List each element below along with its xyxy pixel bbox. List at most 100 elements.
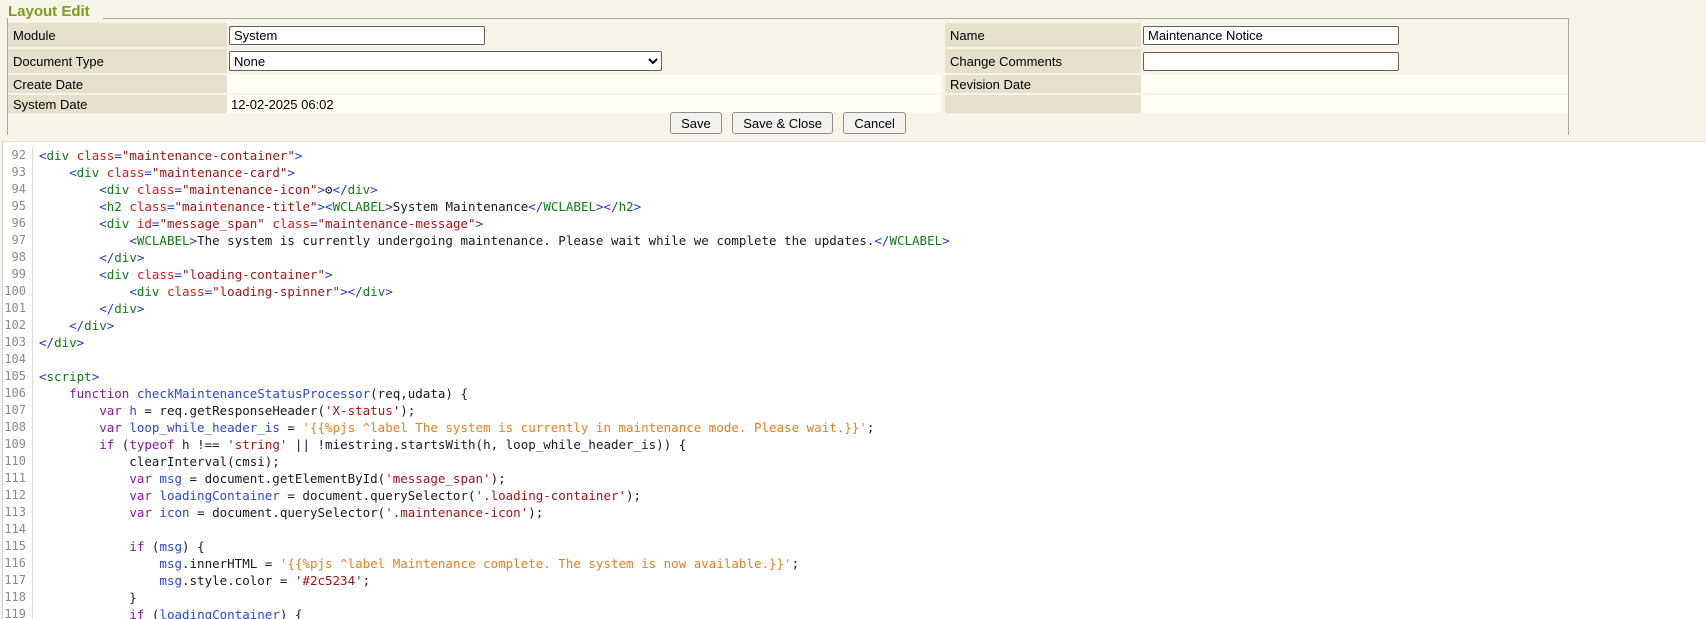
line-number: 104: [3, 351, 33, 368]
code-line[interactable]: 107 var h = req.getResponseHeader('X-sta…: [3, 402, 1706, 419]
code-text[interactable]: <div class="maintenance-container">: [33, 147, 302, 164]
save-and-close-button[interactable]: Save & Close: [732, 112, 833, 134]
code-line[interactable]: 110 clearInterval(cmsi);: [3, 453, 1706, 470]
create-date-value: [227, 75, 941, 93]
module-value-cell: [227, 23, 941, 47]
name-input[interactable]: [1143, 26, 1399, 45]
code-text[interactable]: clearInterval(cmsi);: [33, 453, 280, 470]
line-number: 103: [3, 334, 33, 351]
line-number: 119: [3, 606, 33, 619]
save-button[interactable]: Save: [670, 112, 722, 134]
code-line[interactable]: 106 function checkMaintenanceStatusProce…: [3, 385, 1706, 402]
code-line[interactable]: 116 msg.innerHTML = '{{%pjs ^label Maint…: [3, 555, 1706, 572]
code-line[interactable]: 92<div class="maintenance-container">: [3, 147, 1706, 164]
code-line[interactable]: 97 <WCLABEL>The system is currently unde…: [3, 232, 1706, 249]
code-line[interactable]: 93 <div class="maintenance-card">: [3, 164, 1706, 181]
line-number: 108: [3, 419, 33, 436]
module-input[interactable]: [229, 26, 485, 45]
line-number: 109: [3, 436, 33, 453]
create-date-label: Create Date: [8, 75, 227, 93]
line-number: 99: [3, 266, 33, 283]
code-line[interactable]: 103</div>: [3, 334, 1706, 351]
code-line[interactable]: 111 var msg = document.getElementById('m…: [3, 470, 1706, 487]
line-number: 102: [3, 317, 33, 334]
code-text[interactable]: if (msg) {: [33, 538, 205, 555]
line-number: 101: [3, 300, 33, 317]
code-line[interactable]: 94 <div class="maintenance-icon">⚙</div>: [3, 181, 1706, 198]
code-text[interactable]: [33, 521, 39, 538]
code-line[interactable]: 96 <div id="message_span" class="mainten…: [3, 215, 1706, 232]
code-line[interactable]: 108 var loop_while_header_is = '{{%pjs ^…: [3, 419, 1706, 436]
code-line[interactable]: 98 </div>: [3, 249, 1706, 266]
code-line[interactable]: 100 <div class="loading-spinner"></div>: [3, 283, 1706, 300]
cancel-button[interactable]: Cancel: [843, 112, 905, 134]
page-title: Layout Edit: [8, 3, 90, 20]
document-type-select[interactable]: None: [229, 51, 662, 71]
change-comments-label: Change Comments: [945, 49, 1141, 73]
code-text[interactable]: <div id="message_span" class="maintenanc…: [33, 215, 483, 232]
line-number: 112: [3, 487, 33, 504]
line-number: 115: [3, 538, 33, 555]
code-text[interactable]: var icon = document.querySelector('.main…: [33, 504, 543, 521]
line-number: 96: [3, 215, 33, 232]
form-row-create-revision: Create Date Revision Date: [8, 75, 1568, 93]
empty-value-cell: [1141, 95, 1568, 113]
code-text[interactable]: var msg = document.getElementById('messa…: [33, 470, 506, 487]
code-text[interactable]: <div class="loading-spinner"></div>: [33, 283, 393, 300]
document-type-value-cell: None: [227, 49, 941, 73]
code-text[interactable]: msg.style.color = '#2c5234';: [33, 572, 370, 589]
code-line[interactable]: 99 <div class="loading-container">: [3, 266, 1706, 283]
code-line[interactable]: 119 if (loadingContainer) {: [3, 606, 1706, 619]
code-text[interactable]: <h2 class="maintenance-title"><WCLABEL>S…: [33, 198, 641, 215]
line-number: 107: [3, 402, 33, 419]
code-text[interactable]: </div>: [33, 300, 144, 317]
code-line[interactable]: 115 if (msg) {: [3, 538, 1706, 555]
code-line[interactable]: 114: [3, 521, 1706, 538]
code-text[interactable]: function checkMaintenanceStatusProcessor…: [33, 385, 468, 402]
code-editor[interactable]: 92<div class="maintenance-container">93 …: [2, 141, 1706, 619]
line-number: 106: [3, 385, 33, 402]
code-line[interactable]: 113 var icon = document.querySelector('.…: [3, 504, 1706, 521]
line-number: 105: [3, 368, 33, 385]
code-text[interactable]: <div class="loading-container">: [33, 266, 333, 283]
line-number: 114: [3, 521, 33, 538]
code-line[interactable]: 95 <h2 class="maintenance-title"><WCLABE…: [3, 198, 1706, 215]
module-label: Module: [8, 23, 227, 47]
code-line[interactable]: 109 if (typeof h !== 'string' || !miestr…: [3, 436, 1706, 453]
line-number: 118: [3, 589, 33, 606]
fieldset-border-right: [1568, 18, 1569, 135]
line-number: 97: [3, 232, 33, 249]
code-text[interactable]: var loop_while_header_is = '{{%pjs ^labe…: [33, 419, 874, 436]
code-line[interactable]: 104: [3, 351, 1706, 368]
code-text[interactable]: <script>: [33, 368, 99, 385]
code-text[interactable]: </div>: [33, 249, 144, 266]
code-line[interactable]: 117 msg.style.color = '#2c5234';: [3, 572, 1706, 589]
code-text[interactable]: [33, 351, 39, 368]
code-text[interactable]: </div>: [33, 317, 114, 334]
code-text[interactable]: <div class="maintenance-card">: [33, 164, 295, 181]
line-number: 95: [3, 198, 33, 215]
code-text[interactable]: }: [33, 589, 137, 606]
change-comments-input[interactable]: [1143, 52, 1399, 71]
code-text[interactable]: <div class="maintenance-icon">⚙</div>: [33, 181, 378, 198]
line-number: 100: [3, 283, 33, 300]
code-text[interactable]: msg.innerHTML = '{{%pjs ^label Maintenan…: [33, 555, 799, 572]
line-number: 94: [3, 181, 33, 198]
code-text[interactable]: if (typeof h !== 'string' || !miestring.…: [33, 436, 686, 453]
code-line[interactable]: 101 </div>: [3, 300, 1706, 317]
code-line[interactable]: 105<script>: [3, 368, 1706, 385]
code-text[interactable]: </div>: [33, 334, 84, 351]
empty-label-cell: [945, 95, 1141, 113]
system-date-label: System Date: [8, 95, 227, 113]
line-number: 111: [3, 470, 33, 487]
code-text[interactable]: <WCLABEL>The system is currently undergo…: [33, 232, 950, 249]
form-grid: Module Name Document Type None Change Co…: [8, 23, 1568, 115]
code-line[interactable]: 118 }: [3, 589, 1706, 606]
layout-edit-form: Layout Edit Module Name Document Type No…: [0, 0, 1706, 141]
code-line[interactable]: 102 </div>: [3, 317, 1706, 334]
fieldset-border-top: [103, 18, 1568, 19]
code-text[interactable]: var loadingContainer = document.querySel…: [33, 487, 641, 504]
code-line[interactable]: 112 var loadingContainer = document.quer…: [3, 487, 1706, 504]
code-text[interactable]: if (loadingContainer) {: [33, 606, 302, 619]
code-text[interactable]: var h = req.getResponseHeader('X-status'…: [33, 402, 415, 419]
